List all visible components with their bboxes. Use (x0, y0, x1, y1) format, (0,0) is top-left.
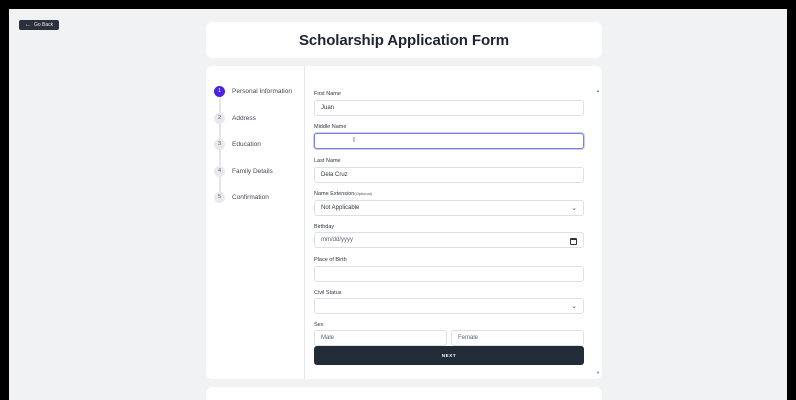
first-name-input[interactable]: Juan (314, 100, 584, 116)
step-address[interactable]: 2 Address (214, 112, 256, 124)
civil-status-select[interactable]: ⌄ (314, 298, 584, 314)
chevron-down-icon: ⌄ (571, 205, 577, 212)
optional-tag: (Optional) (354, 191, 372, 196)
first-name-value: Juan (321, 105, 335, 111)
title-card: Scholarship Application Form (206, 22, 602, 58)
last-name-input[interactable]: Dela Cruz (314, 167, 584, 183)
sex-option-female[interactable]: Female (451, 330, 584, 346)
step-label: Address (232, 114, 256, 122)
sex-label: Sex (314, 322, 324, 328)
step-confirmation[interactable]: 5 Confirmation (214, 191, 269, 203)
step-label: Personal Information (232, 87, 292, 95)
step-number: 5 (214, 191, 225, 203)
step-list: 1 Personal Information 2 Address 3 Educa… (206, 66, 305, 379)
step-number: 1 (214, 85, 225, 97)
place-of-birth-input[interactable] (314, 266, 584, 282)
next-button[interactable]: NEXT (314, 346, 584, 365)
app-frame: ← Go Back Scholarship Application Form 1… (9, 9, 787, 400)
middle-name-label: Middle Name (314, 124, 347, 130)
page-title: Scholarship Application Form (299, 31, 509, 49)
step-label: Education (232, 140, 261, 148)
chevron-down-icon: ⌄ (571, 303, 577, 310)
middle-name-input[interactable]: I (314, 133, 584, 149)
birthday-input[interactable]: mm/dd/yyyy (314, 232, 584, 248)
scroll-up-icon[interactable]: ▲ (596, 88, 600, 93)
go-back-label: Go Back (34, 22, 54, 28)
go-back-button[interactable]: ← Go Back (19, 20, 60, 30)
step-label: Family Details (232, 167, 273, 175)
step-number: 3 (214, 138, 225, 150)
civil-status-label: Civil Status (314, 290, 342, 296)
step-number: 4 (214, 165, 225, 177)
step-family-details[interactable]: 4 Family Details (214, 165, 273, 177)
name-extension-label-text: Name Extension (314, 191, 355, 197)
birthday-placeholder: mm/dd/yyyy (321, 237, 354, 243)
name-extension-label: Name Extension(Optional) (314, 191, 372, 197)
arrow-left-icon: ← (25, 22, 31, 28)
place-of-birth-label: Place of Birth (314, 257, 347, 263)
calendar-icon[interactable] (570, 238, 577, 245)
step-education[interactable]: 3 Education (214, 138, 261, 150)
name-extension-value: Not Applicable (321, 205, 360, 211)
step-personal-information[interactable]: 1 Personal Information (214, 85, 292, 97)
sex-option-male[interactable]: Male (314, 330, 447, 346)
birthday-label: Birthday (314, 224, 335, 230)
form-card: 1 Personal Information 2 Address 3 Educa… (206, 66, 602, 379)
last-name-value: Dela Cruz (321, 172, 348, 178)
last-name-label: Last Name (314, 158, 341, 164)
step-label: Confirmation (232, 193, 269, 201)
step-number: 2 (214, 112, 225, 124)
scroll-down-icon[interactable]: ▼ (596, 370, 600, 375)
bottom-card (206, 387, 602, 400)
personal-info-form: First Name Juan Middle Name I Last Name … (314, 66, 586, 379)
sex-option-label: Female (458, 335, 479, 341)
sex-option-label: Male (321, 335, 335, 341)
text-cursor-icon: I (353, 137, 355, 144)
first-name-label: First Name (314, 91, 341, 97)
name-extension-select[interactable]: Not Applicable ⌄ (314, 200, 584, 216)
